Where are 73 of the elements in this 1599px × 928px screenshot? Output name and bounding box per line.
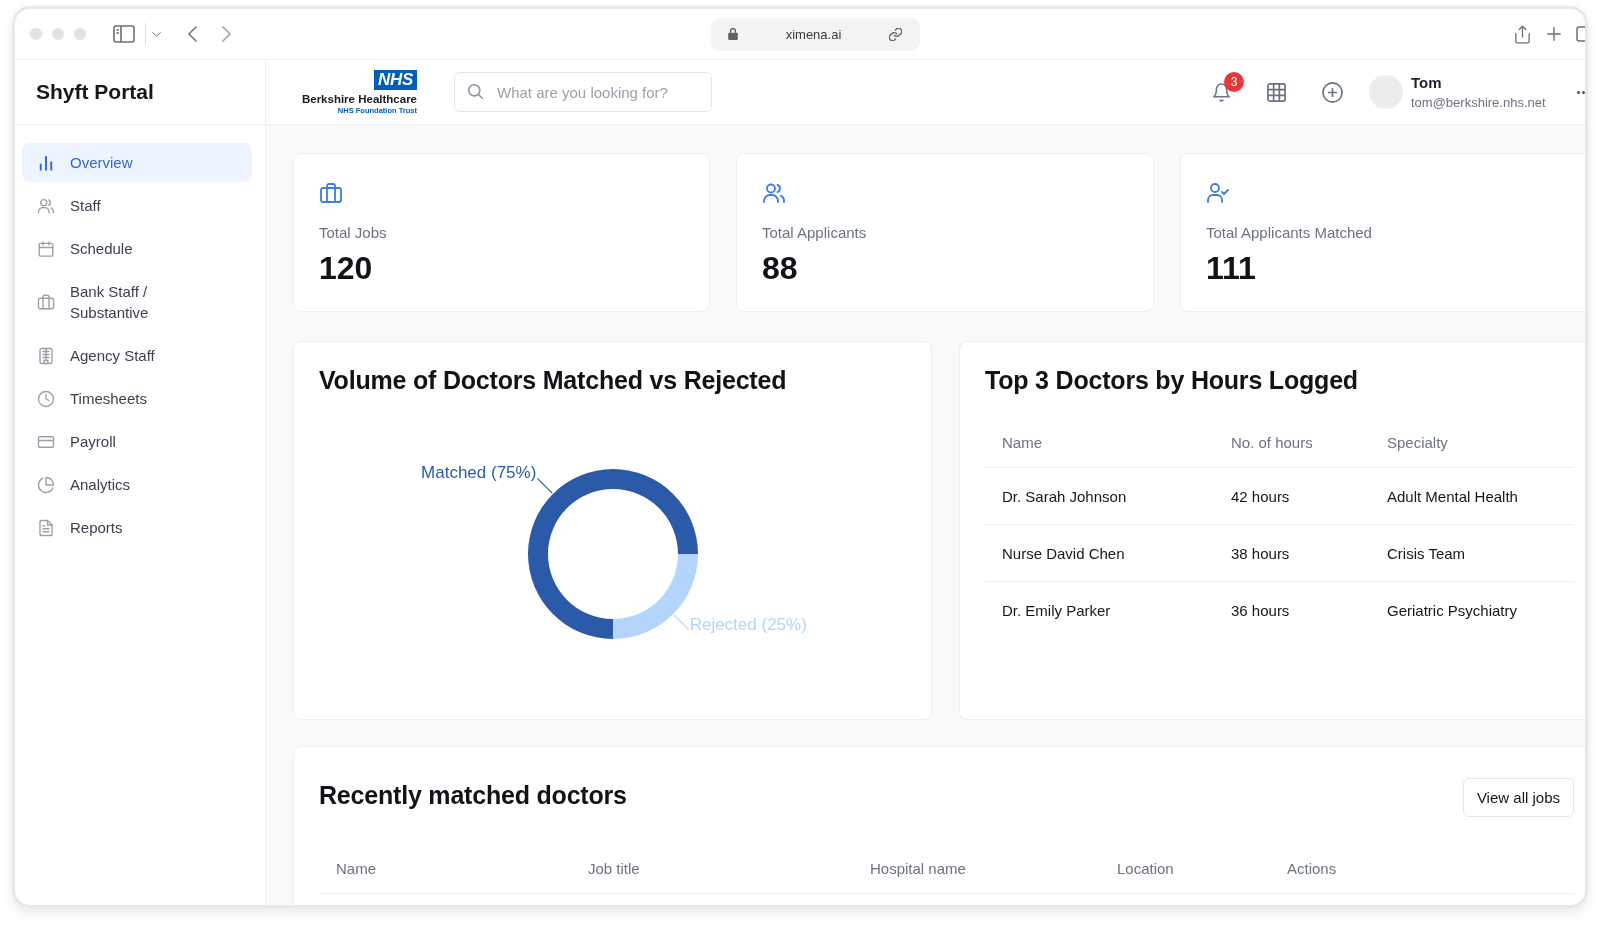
column-header: No. of hours <box>1230 433 1314 451</box>
column-header: Location <box>1116 859 1175 877</box>
column-header: Hospital name <box>869 859 967 877</box>
table-cell-text: Dr. Sarah Johnson <box>1001 487 1128 505</box>
leader-line <box>536 477 553 494</box>
chart-title: Volume of Doctors Matched vs Rejected <box>319 365 787 395</box>
plus-icon[interactable] <box>1547 27 1561 41</box>
calendar-icon <box>37 239 55 258</box>
users-icon <box>37 196 55 215</box>
organization-name: Berkshire Healthcare <box>301 91 417 106</box>
pie-chart-icon <box>37 475 55 494</box>
column-header: Actions <box>1286 859 1338 877</box>
stat-value: 111 <box>1206 249 1256 287</box>
dots-icon[interactable] <box>1577 90 1585 94</box>
plus-circle-icon[interactable] <box>1322 81 1343 103</box>
nhs-logo: NHS <box>374 69 417 90</box>
bar-chart-icon <box>37 153 55 172</box>
share-icon[interactable] <box>1515 24 1530 44</box>
sidebar-item[interactable]: Bank Staff / Substantive <box>22 272 252 332</box>
notification-badge: 3 <box>1224 71 1244 92</box>
stat-value: 88 <box>762 249 798 287</box>
link-icon[interactable] <box>889 27 902 41</box>
lock-icon <box>728 28 738 40</box>
bell-icon[interactable] <box>1213 82 1230 102</box>
sidebar-item[interactable]: Timesheets <box>22 379 252 418</box>
search-field[interactable]: What are you looking for? <box>454 72 712 112</box>
stat-label: Total Applicants <box>762 223 867 243</box>
table-cell-text: 38 hours <box>1230 544 1291 562</box>
slice-label: Rejected (25%) <box>689 614 807 634</box>
column-header: Name <box>335 859 377 877</box>
sidebar-item[interactable]: Overview <box>22 143 252 182</box>
building-icon <box>37 346 55 365</box>
user-check-icon <box>1206 181 1230 205</box>
leader-line <box>672 614 689 631</box>
sidebar-item[interactable]: Reports <box>22 508 252 547</box>
clock-icon <box>37 389 55 408</box>
search-icon <box>468 84 483 99</box>
column-header: Name <box>1001 433 1043 451</box>
url-text: ximena.ai <box>785 26 842 42</box>
grid-icon[interactable] <box>1267 82 1286 102</box>
users-icon <box>762 181 786 205</box>
briefcase-icon <box>319 181 343 205</box>
table-cell-text: 42 hours <box>1230 487 1291 505</box>
table-cell-text: 36 hours <box>1230 602 1291 619</box>
column-header: Job title <box>587 859 641 877</box>
briefcase-icon <box>37 293 55 311</box>
table-cell-text: Geriatric Psychiatry <box>1386 602 1519 619</box>
stat-value: 120 <box>319 249 373 287</box>
app-title: Shyft Portal <box>36 80 154 104</box>
table-title: Recently matched doctors <box>319 779 627 810</box>
slice-label: Matched (75%) <box>420 464 536 483</box>
table-cell-text: Crisis Team <box>1386 544 1467 562</box>
user-name: Tom <box>1411 73 1443 92</box>
user-email: tom@berkshire.nhs.net <box>1411 93 1546 111</box>
table-cell-text: Adult Mental Health <box>1386 487 1519 505</box>
forward-icon[interactable] <box>222 26 231 42</box>
stat-label: Total Jobs <box>319 223 387 243</box>
sidebar-item[interactable]: Schedule <box>22 229 252 268</box>
sidebar-item[interactable]: Agency Staff <box>22 336 252 375</box>
sidebar-item[interactable]: Analytics <box>22 465 252 504</box>
sidebar-item[interactable]: Staff <box>22 186 252 225</box>
address-field[interactable]: ximena.ai <box>711 17 920 51</box>
stat-label: Total Applicants Matched <box>1206 223 1372 243</box>
table-title: Top 3 Doctors by Hours Logged <box>985 365 1358 395</box>
column-header: Specialty <box>1386 433 1449 451</box>
back-icon[interactable] <box>188 26 197 42</box>
chevron-down-icon[interactable] <box>152 31 161 37</box>
table-cell-text: Nurse David Chen <box>1001 544 1126 562</box>
table-cell-text: Dr. Emily Parker <box>1001 602 1112 619</box>
sidebar-icon[interactable] <box>113 25 135 43</box>
sidebar-item[interactable]: Payroll <box>22 422 252 461</box>
document-icon <box>37 518 55 537</box>
view-all-button[interactable]: View all jobs <box>1462 778 1574 817</box>
